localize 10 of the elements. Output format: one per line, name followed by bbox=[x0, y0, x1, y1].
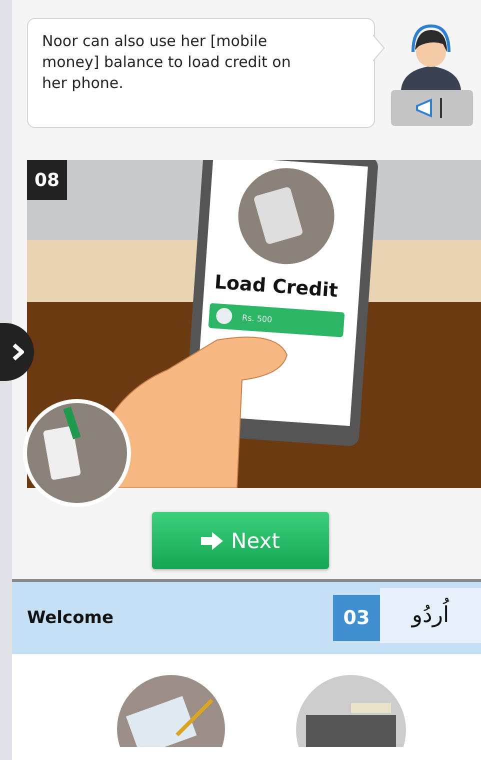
section-title: Welcome bbox=[27, 608, 115, 628]
amount-text: Rs. 500 bbox=[242, 313, 272, 324]
message-text: Noor can also use her [mobile money] balance to load credit on her phone. bbox=[42, 32, 291, 92]
step-badge: 08 bbox=[27, 160, 67, 200]
count-badge: 03 bbox=[333, 595, 380, 641]
chevron-right-icon bbox=[12, 343, 24, 361]
arrow-right-icon bbox=[201, 532, 224, 550]
screen-title: Load Credit bbox=[214, 271, 339, 302]
money-icon bbox=[216, 308, 232, 324]
language-button[interactable]: اُردُو bbox=[380, 588, 481, 643]
